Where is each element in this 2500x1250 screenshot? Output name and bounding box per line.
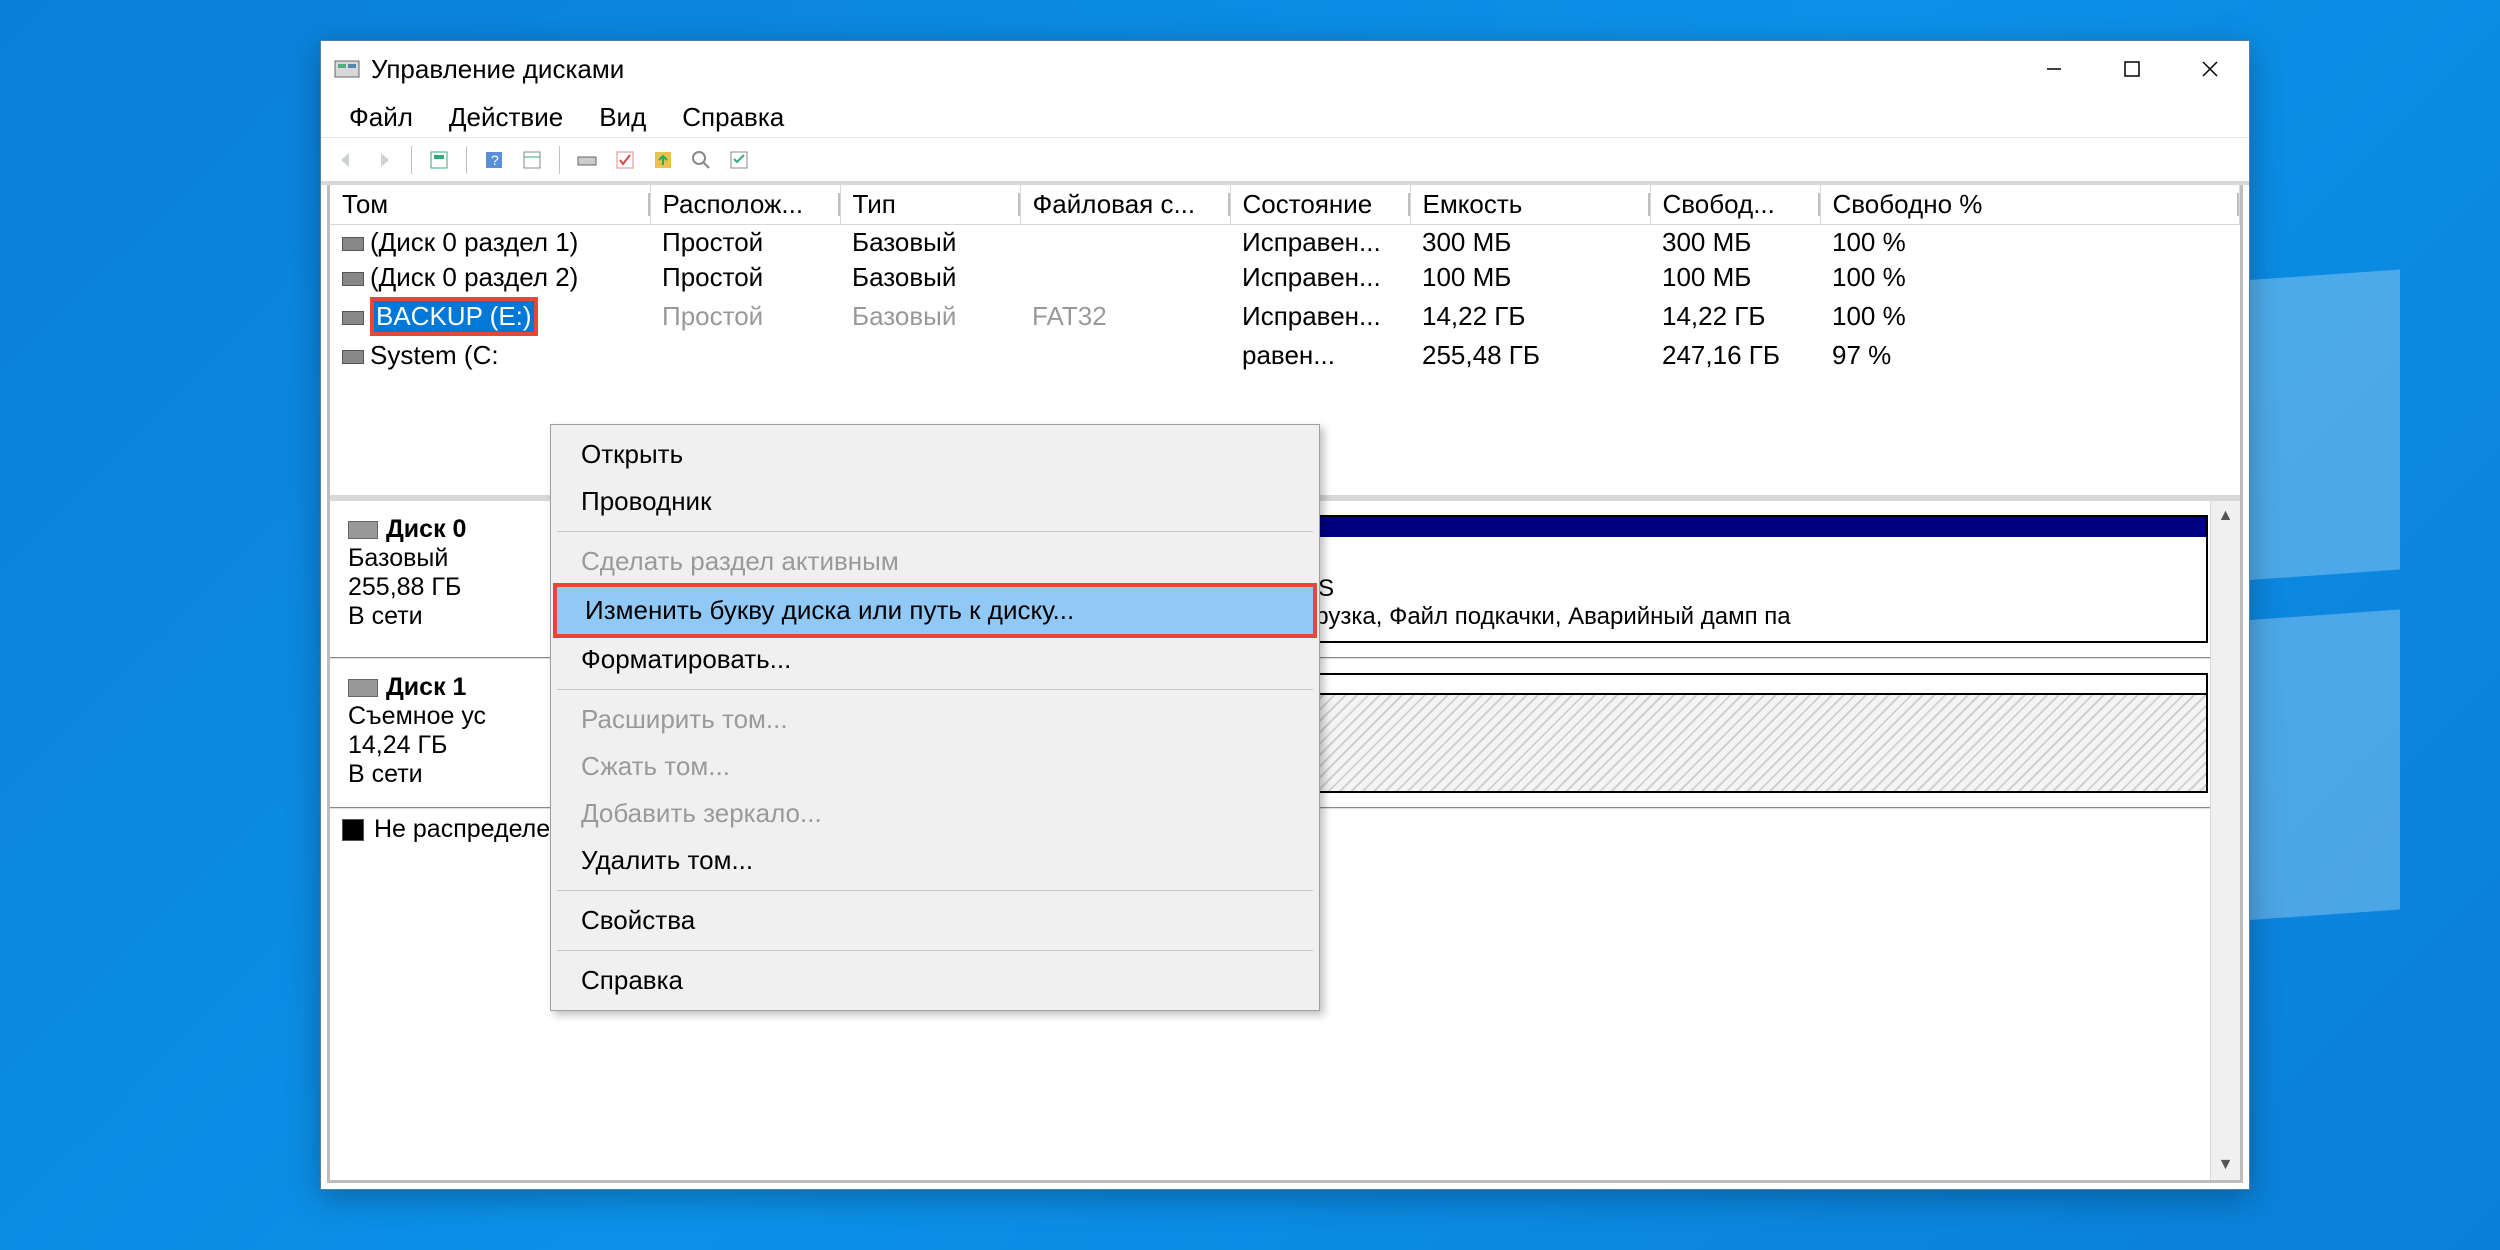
- volume-row[interactable]: (Диск 0 раздел 2) ПростойБазовыйИсправен…: [330, 260, 2240, 295]
- col-status[interactable]: Состояние: [1230, 185, 1410, 225]
- menu-help[interactable]: Справка: [664, 98, 802, 137]
- scroll-up-icon[interactable]: ▲: [2211, 501, 2240, 531]
- volume-row-selected[interactable]: BACKUP (E:) Простой Базовый FAT32 Исправ…: [330, 295, 2240, 338]
- app-icon: [333, 55, 361, 83]
- cm-delete[interactable]: Удалить том...: [553, 837, 1317, 884]
- toolbar-icon-5[interactable]: [646, 144, 680, 176]
- toolbar-icon-4[interactable]: [608, 144, 642, 176]
- legend-swatch-unalloc: [342, 819, 364, 841]
- cm-help[interactable]: Справка: [553, 957, 1317, 1004]
- scrollbar-vertical[interactable]: ▲ ▼: [2210, 501, 2240, 1180]
- disk-icon: [348, 521, 378, 539]
- toolbar-icon-3[interactable]: [570, 144, 604, 176]
- help-icon[interactable]: ?: [477, 144, 511, 176]
- refresh-icon[interactable]: [422, 144, 456, 176]
- drive-icon: [342, 272, 364, 286]
- cm-add-mirror: Добавить зеркало...: [553, 790, 1317, 837]
- cm-shrink: Сжать том...: [553, 743, 1317, 790]
- titlebar[interactable]: Управление дисками: [321, 41, 2249, 97]
- menu-action[interactable]: Действие: [431, 98, 581, 137]
- cm-open[interactable]: Открыть: [553, 431, 1317, 478]
- svg-text:?: ?: [491, 152, 499, 168]
- window-title: Управление дисками: [371, 54, 2015, 85]
- col-volume[interactable]: Том: [330, 185, 650, 225]
- menubar: Файл Действие Вид Справка: [321, 97, 2249, 137]
- cm-format[interactable]: Форматировать...: [553, 636, 1317, 683]
- disk-icon: [348, 679, 378, 697]
- cm-make-active: Сделать раздел активным: [553, 538, 1317, 585]
- col-fs[interactable]: Файловая с...: [1020, 185, 1230, 225]
- cm-change-letter[interactable]: Изменить букву диска или путь к диску...: [553, 583, 1317, 638]
- drive-icon: [342, 350, 364, 364]
- minimize-button[interactable]: [2015, 41, 2093, 97]
- toolbar-icon-2[interactable]: [515, 144, 549, 176]
- back-button[interactable]: [329, 144, 363, 176]
- col-layout[interactable]: Располож...: [650, 185, 840, 225]
- forward-button[interactable]: [367, 144, 401, 176]
- maximize-button[interactable]: [2093, 41, 2171, 97]
- drive-icon: [342, 237, 364, 251]
- cm-extend: Расширить том...: [553, 696, 1317, 743]
- menu-view[interactable]: Вид: [581, 98, 664, 137]
- volume-row[interactable]: (Диск 0 раздел 1) ПростойБазовыйИсправен…: [330, 225, 2240, 261]
- col-capacity[interactable]: Емкость: [1410, 185, 1650, 225]
- cm-explorer[interactable]: Проводник: [553, 478, 1317, 525]
- toolbar-icon-6[interactable]: [684, 144, 718, 176]
- drive-icon: [342, 311, 364, 325]
- partition-unknown[interactable]: [1302, 673, 2208, 793]
- context-menu: Открыть Проводник Сделать раздел активны…: [550, 424, 1320, 1011]
- col-type[interactable]: Тип: [840, 185, 1020, 225]
- toolbar: ?: [321, 137, 2249, 185]
- close-button[interactable]: [2171, 41, 2249, 97]
- toolbar-icon-7[interactable]: [722, 144, 756, 176]
- scroll-down-icon[interactable]: ▼: [2211, 1150, 2240, 1180]
- menu-file[interactable]: Файл: [331, 98, 431, 137]
- col-free-pct[interactable]: Свободно %: [1820, 185, 2240, 225]
- col-free[interactable]: Свобод...: [1650, 185, 1820, 225]
- volume-row[interactable]: System (C: равен...255,48 ГБ247,16 ГБ97 …: [330, 338, 2240, 373]
- legend-label: Не распределена: [374, 815, 578, 844]
- cm-properties[interactable]: Свойства: [553, 897, 1317, 944]
